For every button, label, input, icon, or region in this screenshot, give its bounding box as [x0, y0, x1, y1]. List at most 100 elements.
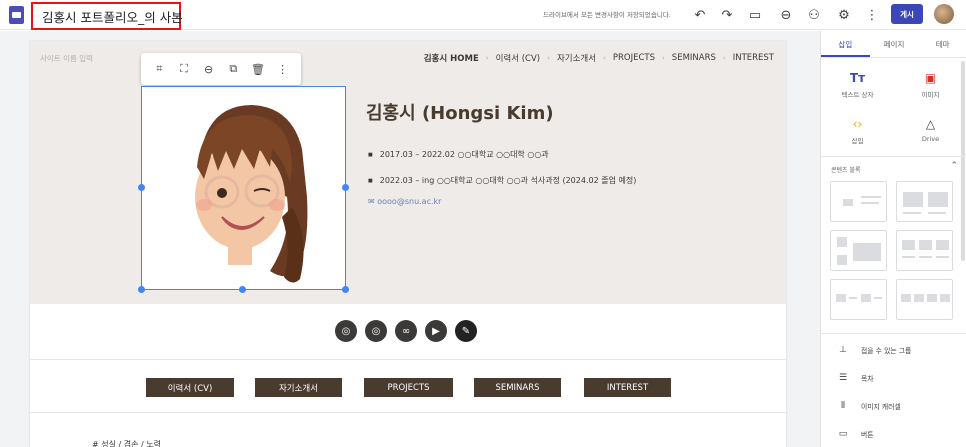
more-icon[interactable]: ⋮	[276, 63, 290, 76]
seminars-button[interactable]: SEMINARS	[474, 378, 561, 397]
insert-image-carousel[interactable]: ⫴ 이미지 캐러셀	[837, 401, 901, 411]
nav-item-cv[interactable]: 이력서 (CV)	[496, 52, 541, 64]
site-name-input[interactable]: 사이트 이름 입력	[40, 53, 93, 64]
delete-icon[interactable]: 🗑	[251, 63, 265, 76]
insert-image[interactable]: ▣ 이미지	[894, 71, 966, 99]
embed-icon: ‹›	[852, 117, 863, 131]
footer-text[interactable]: # 성실 / 겸손 / 노력	[92, 439, 161, 447]
divider	[30, 412, 786, 413]
divider	[30, 359, 786, 360]
resize-handle-bottom-right[interactable]	[342, 286, 349, 293]
textbox-icon: Tт	[849, 71, 866, 85]
insert-label: Drive	[921, 135, 940, 143]
hero-section[interactable]: 사이트 이름 입력 김홍시 HOME › 이력서 (CV) › 자기소개서 › …	[30, 41, 786, 304]
memoji-image	[195, 105, 308, 283]
crop-icon[interactable]: ⌗	[152, 62, 166, 76]
page-title[interactable]: 김홍시 (Hongsi Kim)	[366, 99, 554, 125]
image-toolbar: ⌗ ⛶ ⊖ ⧉ 🗑 ⋮	[141, 53, 301, 85]
chevron-up-icon[interactable]: ⌃	[950, 161, 958, 171]
link-icon[interactable]: ∞	[395, 320, 417, 342]
instagram-icon[interactable]: ◎	[335, 320, 357, 342]
insert-label: 텍스트 상자	[841, 91, 874, 99]
link-icon[interactable]: ⊖	[778, 7, 794, 23]
editor-canvas: 사이트 이름 입력 김홍시 HOME › 이력서 (CV) › 자기소개서 › …	[0, 31, 820, 447]
resize-handle-bottom[interactable]	[239, 286, 246, 293]
insert-embed[interactable]: ‹› 삽입	[821, 117, 894, 145]
fullscreen-icon[interactable]: ⛶	[177, 62, 191, 76]
divider	[821, 333, 966, 334]
tab-themes[interactable]: 테마	[918, 31, 966, 57]
cv-button[interactable]: 이력서 (CV)	[146, 378, 234, 397]
insert-label: 삽입	[851, 137, 864, 145]
intro-button[interactable]: 자기소개서	[255, 378, 342, 397]
ruler	[0, 31, 820, 39]
content-block[interactable]	[830, 230, 887, 271]
link-icon[interactable]: ⊖	[202, 63, 216, 76]
tab-insert[interactable]: 삽입	[821, 31, 870, 57]
sites-logo-icon[interactable]	[9, 6, 24, 24]
publish-button[interactable]: 게시	[891, 4, 923, 24]
nav-separator: ›	[485, 54, 489, 62]
site-title-field[interactable]: 김홍시 포트폴리오_의 사본	[31, 2, 183, 30]
site-title[interactable]: 김홍시 포트폴리오_의 사본	[42, 7, 183, 26]
more-icon[interactable]: ⋮	[864, 7, 880, 23]
nav-item-seminars[interactable]: SEMINARS	[672, 53, 716, 63]
list-item-label: 이미지 캐러셀	[861, 403, 901, 411]
tabs-divider	[821, 57, 966, 58]
education-list[interactable]: 2017.03 – 2022.02 ○○대학교 ○○대학 ○○과 2022.03…	[368, 149, 637, 201]
nav-item-intro[interactable]: 자기소개서	[557, 52, 596, 64]
insert-button[interactable]: ▭ 버튼	[837, 429, 874, 439]
content-block[interactable]	[830, 279, 887, 320]
drive-icon: △	[925, 117, 936, 131]
youtube-icon[interactable]: ▶	[425, 320, 447, 342]
nav-item-projects[interactable]: PROJECTS	[613, 53, 655, 63]
content-block[interactable]	[830, 181, 887, 222]
image-icon: ▣	[924, 71, 937, 85]
nav-separator: ›	[722, 54, 726, 62]
instagram-icon[interactable]: ◎	[365, 320, 387, 342]
resize-handle-bottom-left[interactable]	[138, 286, 145, 293]
content-block[interactable]	[896, 181, 953, 222]
preview-icon[interactable]: ▭	[747, 7, 763, 23]
content-block[interactable]	[896, 230, 953, 271]
settings-icon[interactable]: ⚙	[836, 7, 852, 23]
insert-table-of-contents[interactable]: ☰ 목차	[837, 373, 874, 383]
share-icon[interactable]: ⚇	[806, 7, 822, 23]
panel-tabs: 삽입 페이지 테마	[821, 31, 966, 57]
list-item: 2022.03 – ing ○○대학교 ○○대학 ○○과 석사과정 (2024.…	[368, 175, 637, 186]
resize-handle-right[interactable]	[342, 184, 349, 191]
interest-button[interactable]: INTEREST	[584, 378, 671, 397]
tab-pages[interactable]: 페이지	[870, 31, 919, 57]
insert-label: 이미지	[921, 91, 940, 99]
nav-item-interest[interactable]: INTEREST	[733, 53, 774, 63]
toc-icon: ☰	[838, 373, 848, 383]
projects-button[interactable]: PROJECTS	[364, 378, 453, 397]
list-item-label: 접을 수 있는 그룹	[861, 347, 912, 355]
social-icons: ◎ ◎ ∞ ▶ ✎	[335, 320, 477, 342]
email-link[interactable]: ✉ oooo@snu.ac.kr	[368, 197, 441, 206]
duplicate-icon[interactable]: ⧉	[226, 62, 240, 76]
profile-image[interactable]	[138, 86, 349, 293]
list-item-label: 목차	[861, 375, 874, 383]
content-blocks-title: 콘텐츠 블록	[831, 167, 861, 174]
list-item: 2017.03 – 2022.02 ○○대학교 ○○대학 ○○과	[368, 149, 636, 160]
resize-handle-left[interactable]	[138, 184, 145, 191]
button-icon: ▭	[838, 429, 848, 439]
site-page: 사이트 이름 입력 김홍시 HOME › 이력서 (CV) › 자기소개서 › …	[30, 41, 786, 447]
insert-textbox[interactable]: Tт 텍스트 상자	[821, 71, 894, 99]
list-item-label: 버튼	[861, 431, 874, 439]
top-bar: 김홍시 포트폴리오_의 사본 드라이브에서 모든 변경사항이 저장되었습니다. …	[0, 0, 966, 30]
right-panel: 삽입 페이지 테마 Tт 텍스트 상자 ▣ 이미지 ‹› 삽입 △ Drive …	[820, 31, 966, 447]
nav-separator: ›	[547, 54, 550, 62]
insert-drive[interactable]: △ Drive	[894, 117, 966, 143]
divider	[821, 156, 966, 157]
redo-icon[interactable]: ↷	[719, 7, 735, 23]
insert-collapsible-group[interactable]: ⊥ 접을 수 있는 그룹	[837, 345, 911, 355]
pen-icon[interactable]: ✎	[455, 320, 477, 342]
content-block[interactable]	[896, 279, 953, 320]
save-status: 드라이브에서 모든 변경사항이 저장되었습니다.	[543, 11, 671, 19]
nav-separator: ›	[661, 54, 665, 62]
avatar[interactable]	[934, 4, 954, 24]
undo-icon[interactable]: ↶	[692, 7, 708, 23]
nav-item-home[interactable]: 김홍시 HOME	[424, 52, 479, 64]
